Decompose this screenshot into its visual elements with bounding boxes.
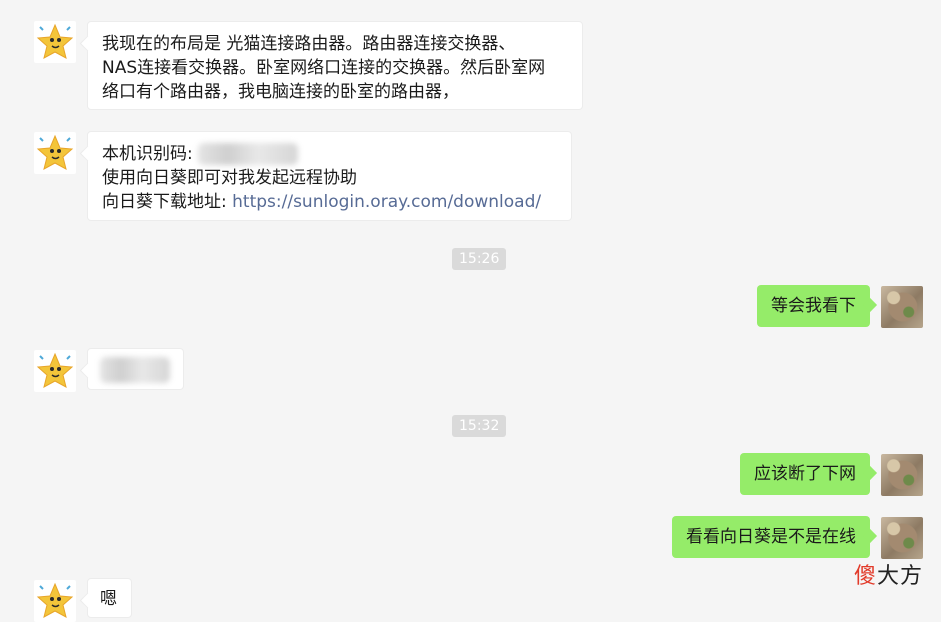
message-bubble[interactable]: 等会我看下 bbox=[757, 285, 870, 327]
message-text: 嗯 bbox=[100, 589, 117, 609]
contact-avatar[interactable] bbox=[34, 132, 76, 174]
timestamp: 15:32 bbox=[452, 415, 507, 437]
message-text: 我现在的布局是 光猫连接路由器。路由器连接交换器、 bbox=[102, 34, 516, 54]
watermark-part1: 傻 bbox=[853, 564, 877, 589]
message-bubble[interactable]: 应该断了下网 bbox=[740, 453, 870, 495]
download-link[interactable]: https://sunlogin.oray.com/download/ bbox=[232, 192, 541, 212]
contact-avatar[interactable] bbox=[34, 580, 76, 622]
message-bubble[interactable]: 本机识别码: 使用向日葵即可对我发起远程协助 向日葵下载地址: https://… bbox=[87, 131, 572, 221]
message-text: 向日葵下载地址: bbox=[102, 192, 233, 212]
watermark-part2: 大方 bbox=[876, 564, 923, 589]
user-avatar[interactable] bbox=[881, 517, 923, 559]
message-text: 本机识别码: bbox=[102, 144, 193, 164]
star-mascot-icon bbox=[36, 23, 74, 59]
message-text: NAS连接看交换器。卧室网络口连接的交换器。然后卧室网 bbox=[102, 58, 546, 78]
message-bubble[interactable]: 看看向日葵是不是在线 bbox=[672, 516, 870, 558]
star-mascot-icon bbox=[36, 352, 74, 388]
star-mascot-icon bbox=[36, 582, 74, 618]
contact-avatar[interactable] bbox=[34, 21, 76, 63]
message-text: 络口有个路由器，我电脑连接的卧室的路由器， bbox=[102, 82, 459, 102]
user-avatar[interactable] bbox=[881, 454, 923, 496]
user-avatar[interactable] bbox=[881, 286, 923, 328]
message-bubble[interactable]: 嗯 bbox=[87, 578, 132, 618]
redacted-text bbox=[100, 357, 170, 383]
contact-avatar[interactable] bbox=[34, 350, 76, 392]
chat-area: 我现在的布局是 光猫连接路由器。路由器连接交换器、 NAS连接看交换器。卧室网络… bbox=[0, 0, 941, 622]
message-text: 看看向日葵是不是在线 bbox=[686, 527, 856, 547]
message-text: 使用向日葵即可对我发起远程协助 bbox=[102, 168, 357, 188]
message-text: 应该断了下网 bbox=[754, 464, 856, 484]
star-mascot-icon bbox=[36, 134, 74, 170]
message-text: 等会我看下 bbox=[771, 296, 856, 316]
message-bubble[interactable] bbox=[87, 348, 184, 390]
message-bubble[interactable]: 我现在的布局是 光猫连接路由器。路由器连接交换器、 NAS连接看交换器。卧室网络… bbox=[87, 21, 583, 110]
redacted-code bbox=[198, 143, 299, 165]
watermark: 傻大方 bbox=[854, 558, 923, 590]
timestamp: 15:26 bbox=[452, 248, 507, 270]
